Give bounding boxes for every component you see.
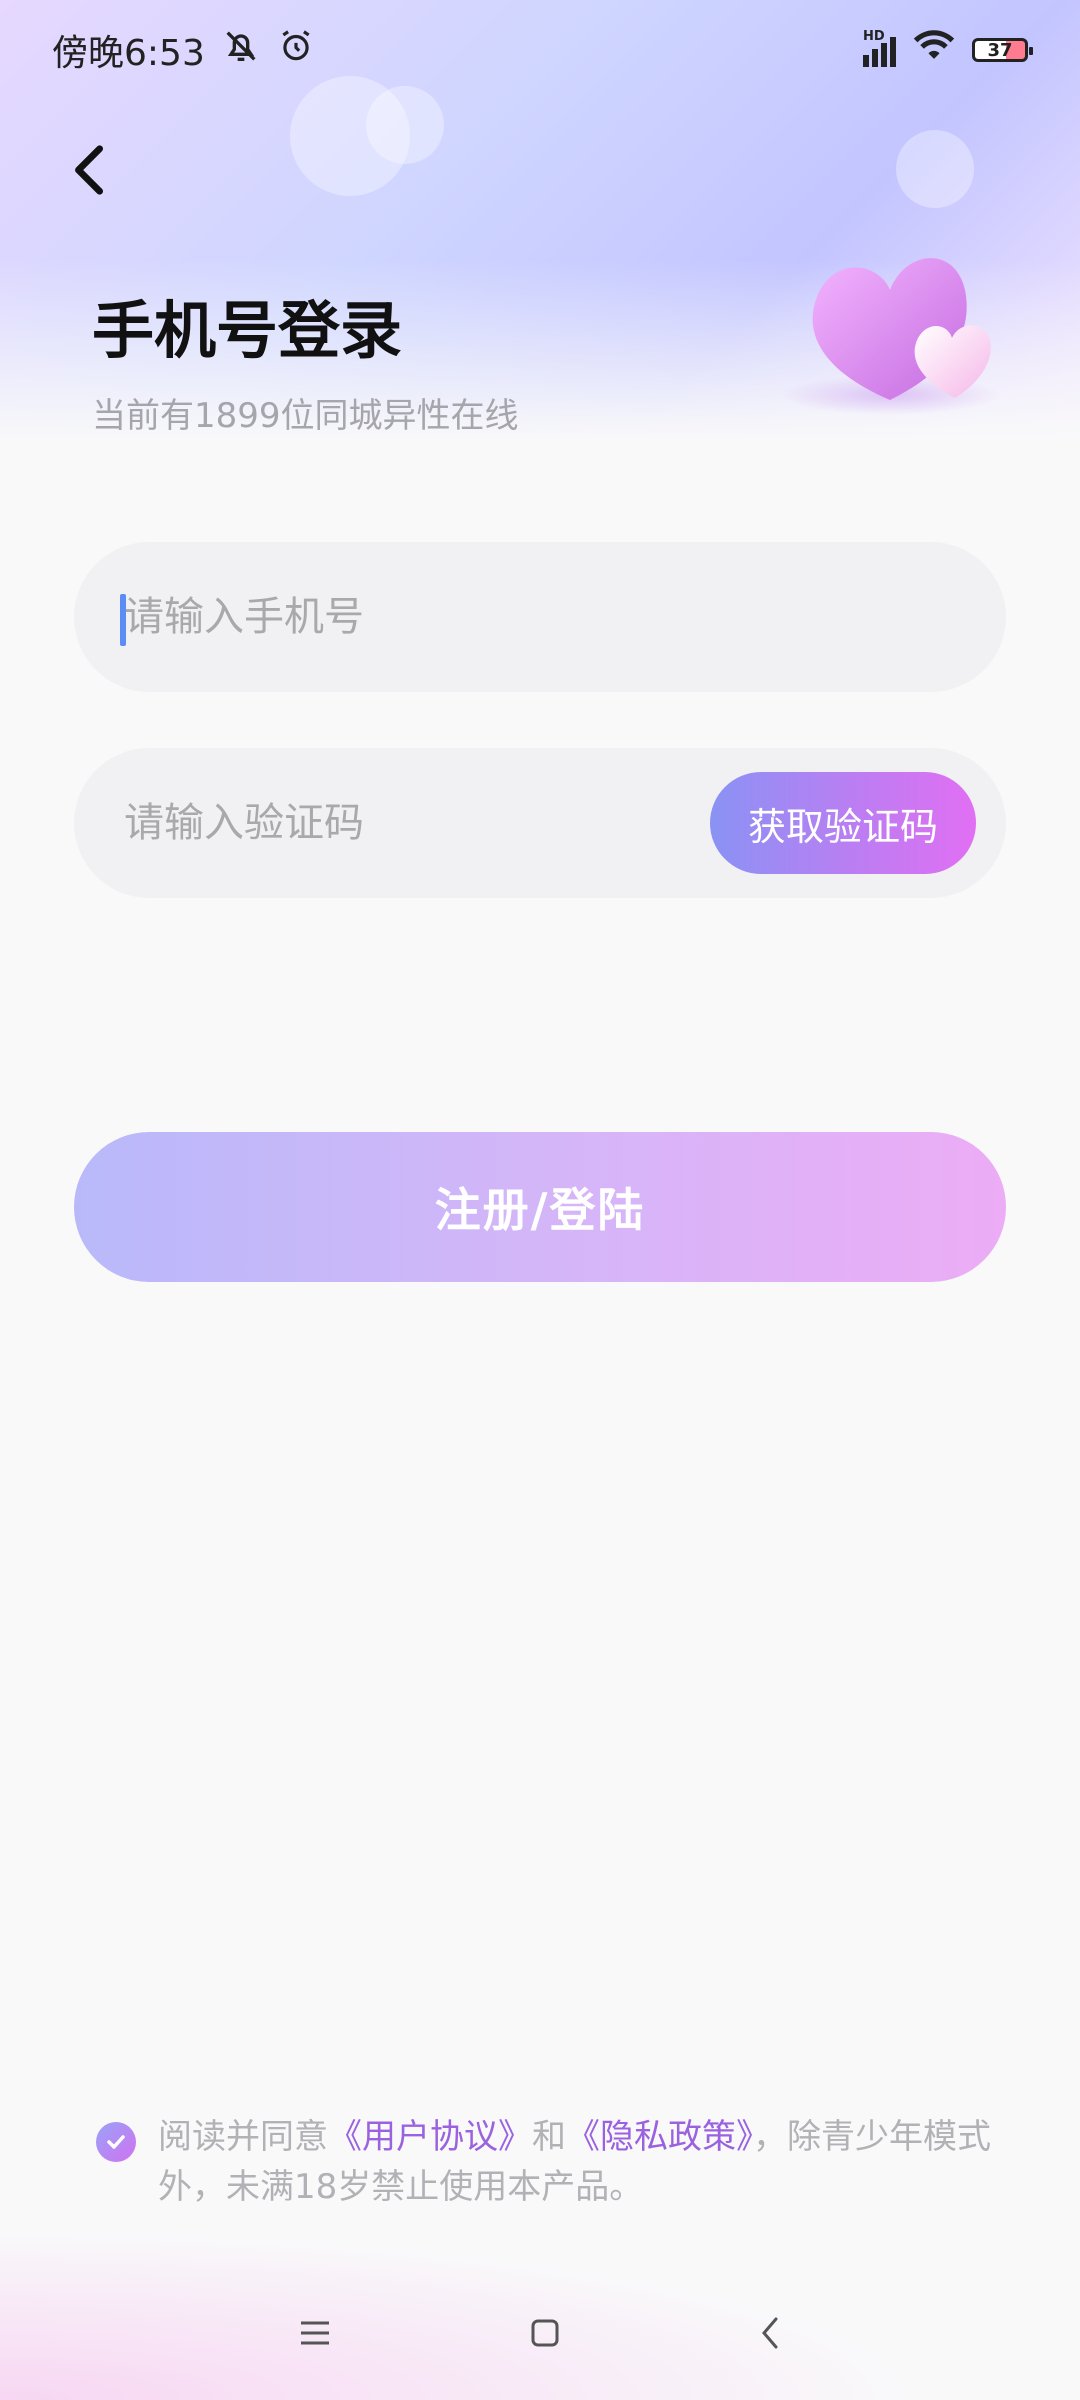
check-icon — [107, 2135, 125, 2149]
get-code-button[interactable]: 获取验证码 — [710, 772, 976, 874]
status-right: HD 37 — [863, 29, 1033, 72]
signal-icon: HD — [863, 29, 896, 67]
home-square-icon[interactable] — [530, 2318, 560, 2352]
page-title: 手机号登录 — [92, 294, 403, 367]
alarm-icon — [277, 27, 315, 74]
nav-back-icon[interactable] — [759, 2316, 781, 2354]
signal-bar — [881, 43, 887, 67]
user-agreement-link[interactable]: 《用户协议》 — [328, 2117, 532, 2157]
phone-input[interactable] — [122, 593, 726, 641]
status-time: 傍晚6:53 — [52, 33, 205, 74]
verification-code-input[interactable] — [122, 799, 686, 847]
agreement-prefix: 阅读并同意 — [158, 2117, 328, 2157]
status-bar: 傍晚6:53 HD 37 — [0, 0, 1080, 100]
register-login-button[interactable]: 注册/登陆 — [74, 1132, 1006, 1282]
chevron-left-icon — [75, 145, 104, 195]
system-navigation-bar — [0, 2290, 1080, 2380]
menu-icon[interactable] — [299, 2319, 331, 2351]
agreement-checkbox[interactable] — [96, 2122, 136, 2162]
online-count-subtitle: 当前有1899位同城异性在线 — [92, 396, 519, 436]
signal-bar — [863, 55, 869, 67]
signal-bar — [872, 49, 878, 67]
back-button[interactable] — [60, 140, 120, 200]
privacy-policy-link[interactable]: 《隐私政策》 — [566, 2117, 753, 2157]
agreement-text: 阅读并同意《用户协议》和《隐私政策》，除青少年模式外，未满18岁禁止使用本产品。 — [158, 2112, 996, 2212]
network-type-label: HD — [863, 29, 885, 44]
decor-bubble — [896, 130, 974, 208]
phone-input-container[interactable] — [74, 542, 1006, 692]
battery-indicator: 37 — [972, 38, 1033, 62]
text-caret — [120, 594, 126, 646]
agreement-and: 和 — [532, 2117, 566, 2157]
bell-off-icon — [221, 26, 261, 75]
hearts-illustration — [780, 258, 1000, 415]
code-input-container[interactable]: 获取验证码 — [74, 748, 1006, 898]
signal-bar — [890, 37, 896, 67]
status-left: 傍晚6:53 — [52, 24, 315, 76]
wifi-icon — [912, 29, 956, 72]
agreement-row: 阅读并同意《用户协议》和《隐私政策》，除青少年模式外，未满18岁禁止使用本产品。 — [96, 2112, 996, 2212]
